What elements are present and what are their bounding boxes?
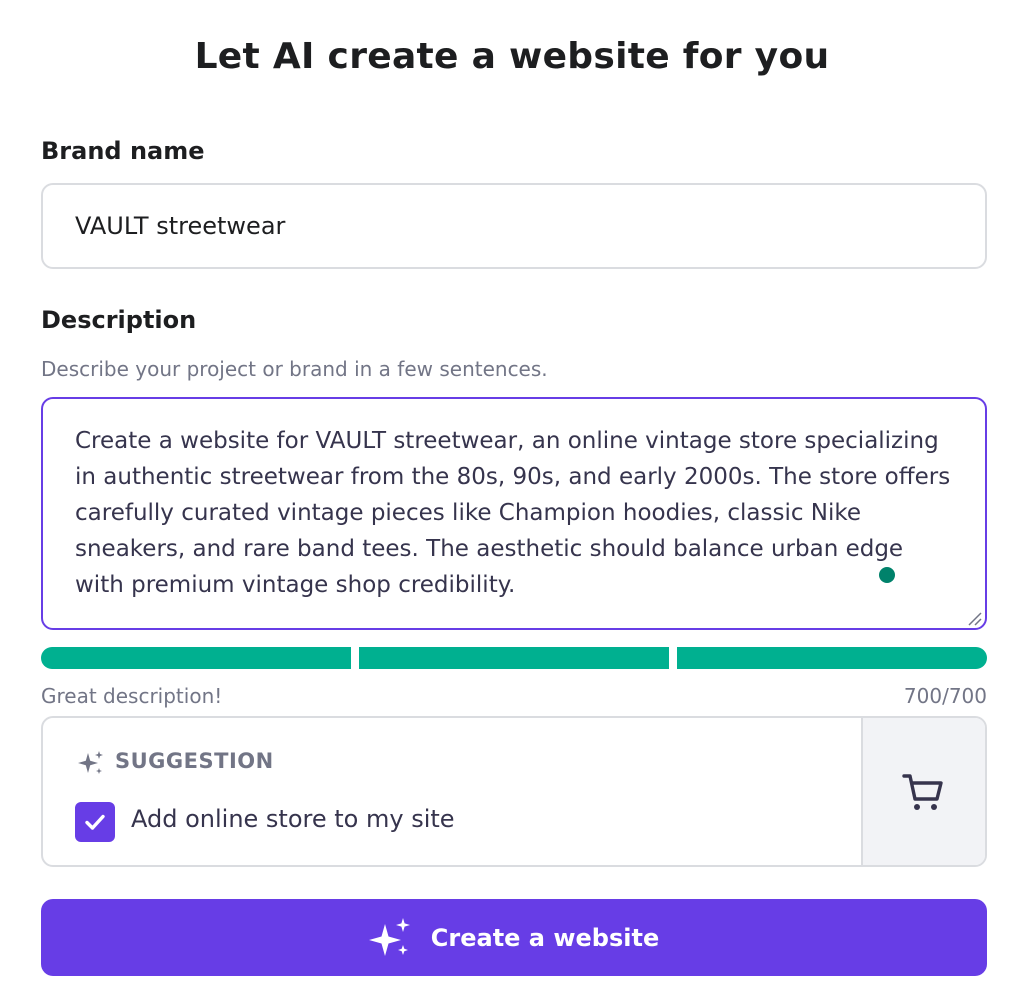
add-online-store-checkbox[interactable]	[75, 802, 115, 842]
brand-name-input[interactable]	[41, 183, 987, 269]
checkmark-icon	[85, 814, 105, 830]
text-cursor-marker	[879, 567, 895, 583]
suggestion-tag: SUGGESTION	[115, 749, 274, 773]
quality-meter-segment-3	[677, 647, 987, 669]
description-hint: Describe your project or brand in a few …	[41, 357, 548, 381]
add-online-store-label[interactable]: Add online store to my site	[131, 805, 455, 833]
description-label: Description	[41, 306, 197, 334]
suggestion-icon-panel	[861, 718, 985, 865]
create-website-button[interactable]: Create a website	[41, 899, 987, 976]
create-website-label: Create a website	[430, 923, 660, 952]
description-quality-status: Great description!	[41, 684, 223, 708]
page-title: Let AI create a website for you	[194, 36, 830, 77]
shopping-cart-icon	[902, 774, 943, 810]
description-textarea[interactable]: Create a website for VAULT streetwear, a…	[41, 397, 987, 630]
sparkles-icon	[78, 751, 103, 774]
sparkles-icon	[368, 917, 410, 956]
brand-name-label: Brand name	[41, 137, 205, 165]
suggestion-card: SUGGESTION Add online store to my site	[41, 716, 987, 867]
resize-handle-icon[interactable]	[966, 610, 982, 626]
character-count: 700/700	[903, 684, 987, 708]
quality-meter-segment-2	[359, 647, 669, 669]
quality-meter-segment-1	[41, 647, 351, 669]
